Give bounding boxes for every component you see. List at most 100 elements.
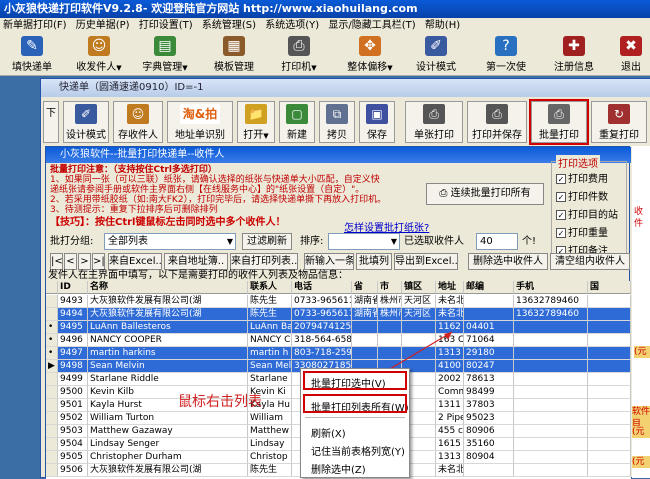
dropdown-arrow-icon[interactable]: ▼ bbox=[182, 64, 187, 72]
column-header[interactable]: 市 bbox=[378, 281, 402, 294]
table-cell: 9495 bbox=[58, 321, 88, 334]
column-header[interactable]: 名称 bbox=[88, 281, 248, 294]
table-cell: LuAnn Ballesteros bbox=[88, 321, 248, 334]
menu-history[interactable]: 历史单据(P) bbox=[73, 18, 133, 34]
column-header[interactable]: 手机 bbox=[514, 281, 588, 294]
highlight-box bbox=[303, 394, 407, 413]
dropdown-arrow-icon[interactable]: ▼ bbox=[263, 132, 268, 140]
table-cell: 天河区 bbox=[402, 295, 436, 308]
menu-toggle-toolbar[interactable]: 显示/隐藏工具栏(T) bbox=[325, 18, 418, 34]
exit-button[interactable]: ✖ 退出 bbox=[614, 36, 648, 74]
copy-button[interactable]: ⧉ 拷贝 bbox=[319, 101, 355, 143]
checkbox[interactable]: ✓ bbox=[556, 228, 566, 238]
save-contact-button[interactable]: ☺ 存收件人 bbox=[113, 101, 163, 143]
print-icon: ⎙ bbox=[423, 104, 445, 124]
design-mode-button[interactable]: ✐ 设计模式 bbox=[410, 36, 462, 74]
checkbox[interactable]: ✓ bbox=[556, 210, 566, 220]
selected-count-field[interactable]: 40 bbox=[476, 233, 518, 250]
option-count[interactable]: ✓ 打印件数 bbox=[556, 188, 608, 203]
how-to-link[interactable]: 怎样设置批打纸张? bbox=[344, 219, 464, 234]
table-cell: 陈先生 bbox=[248, 308, 292, 321]
fill-form-button[interactable]: ✎ 填快递单 bbox=[6, 36, 58, 74]
table-cell: NANCY COOPER bbox=[88, 334, 248, 347]
column-header[interactable]: 邮编 bbox=[464, 281, 514, 294]
batch-print-icon: ⎙ bbox=[548, 104, 570, 124]
single-print-button[interactable]: ⎙ 单张打印 bbox=[405, 101, 463, 143]
column-header[interactable]: 电话 bbox=[292, 281, 352, 294]
table-row[interactable]: •9496NANCY COOPERNANCY CO318-564-6582163… bbox=[46, 334, 631, 347]
menu-item-delete-selected[interactable]: 删除选中(Z) bbox=[311, 461, 366, 476]
column-header[interactable]: 地址 bbox=[436, 281, 464, 294]
save-button[interactable]: ▣ 保存 bbox=[359, 101, 395, 143]
dropdown-arrow-icon[interactable]: ▼ bbox=[116, 64, 121, 72]
new-button[interactable]: ▢ 新建 bbox=[279, 101, 315, 143]
checkbox[interactable]: ✓ bbox=[556, 174, 566, 184]
new-entry-button[interactable]: 新输入一条 bbox=[304, 253, 354, 270]
table-row[interactable]: 9493大灰狼软件发展有限公司(湖陈先生0733-96561186湖南省株州市天… bbox=[46, 295, 631, 308]
side-tab[interactable]: 下 bbox=[43, 101, 59, 143]
table-cell: 0733-96561186 bbox=[292, 295, 352, 308]
filter-refresh-button[interactable]: 过滤刷新 bbox=[242, 233, 292, 250]
option-destination[interactable]: ✓ 打印目的站 bbox=[556, 206, 618, 221]
table-row[interactable]: • 9495 LuAnn Ballesteros LuAnn Ba 2079474125… bbox=[46, 321, 631, 334]
table-cell: 未名北 bbox=[436, 308, 464, 321]
from-print-list-button[interactable]: 来自打印列表.. bbox=[230, 253, 298, 270]
contacts-button[interactable]: ☺ 收发件人▼ bbox=[70, 36, 128, 74]
clear-group-button[interactable]: 清空组内收件人 bbox=[550, 253, 630, 270]
register-button[interactable]: ✚ 注册信息 bbox=[548, 36, 600, 74]
prev-record-button[interactable]: < bbox=[64, 253, 77, 270]
table-cell: 78613 bbox=[464, 373, 514, 386]
offset-button[interactable]: ✥ 整体偏移▼ bbox=[340, 36, 400, 74]
row-marker: • bbox=[46, 334, 58, 347]
table-cell: Matthew bbox=[248, 425, 292, 438]
last-record-button[interactable]: >| bbox=[92, 253, 105, 270]
column-header[interactable]: 省 bbox=[352, 281, 378, 294]
row-marker bbox=[46, 438, 58, 451]
dropdown-arrow-icon[interactable]: ▼ bbox=[387, 64, 392, 72]
menu-system-options[interactable]: 系统选项(Y) bbox=[262, 18, 322, 34]
reprint-button[interactable]: ↻ 重复打印 bbox=[591, 101, 647, 143]
table-cell: 13632789460 bbox=[514, 295, 588, 308]
from-address-book-button[interactable]: 来自地址簿.. bbox=[164, 253, 228, 270]
menu-new-print[interactable]: 新单据打印(F) bbox=[0, 18, 70, 34]
batch-print-button[interactable]: ⎙ 批量打印 bbox=[529, 99, 589, 145]
menu-item-remember-widths[interactable]: 记住当前表格列宽(Y) bbox=[311, 443, 405, 458]
next-record-button[interactable]: > bbox=[78, 253, 91, 270]
group-select[interactable]: 全部列表 ▼ bbox=[104, 233, 236, 250]
column-header[interactable]: 联系人 bbox=[248, 281, 292, 294]
option-fee[interactable]: ✓ 打印费用 bbox=[556, 170, 608, 185]
table-row[interactable]: 9494大灰狼软件发展有限公司(湖陈先生0733-96561186湖南省株州市天… bbox=[46, 308, 631, 321]
column-header[interactable]: 镇区 bbox=[402, 281, 436, 294]
menu-help[interactable]: 帮助(H) bbox=[422, 18, 463, 34]
menu-print-settings[interactable]: 打印设置(T) bbox=[136, 18, 196, 34]
open-button[interactable]: 📁 打开▼ bbox=[237, 101, 275, 143]
dropdown-arrow-icon[interactable]: ▼ bbox=[311, 64, 316, 72]
menu-item-refresh[interactable]: 刷新(X) bbox=[311, 425, 346, 440]
export-excel-button[interactable]: 导出到Excel.. bbox=[394, 253, 458, 270]
sort-select[interactable]: ▼ bbox=[328, 233, 400, 250]
design-mode-button[interactable]: ✐ 设计模式 bbox=[63, 101, 109, 143]
address-recognize-button[interactable]: 淘&拍 地址单识别 bbox=[167, 101, 233, 143]
printer-button[interactable]: ⎙ 打印机▼ bbox=[274, 36, 324, 74]
delete-selected-button[interactable]: 删除选中收件人 bbox=[468, 253, 548, 270]
connect-batch-print-button[interactable]: ⎙ 连续批量打印所有 bbox=[426, 183, 544, 205]
table-cell: 9493 bbox=[58, 295, 88, 308]
menu-system-manage[interactable]: 系统管理(S) bbox=[199, 18, 259, 34]
table-cell bbox=[514, 412, 588, 425]
column-header[interactable]: 国 bbox=[588, 281, 631, 294]
first-record-button[interactable]: |< bbox=[50, 253, 63, 270]
checkbox[interactable]: ✓ bbox=[556, 192, 566, 202]
column-header[interactable] bbox=[46, 281, 58, 294]
column-header[interactable]: ID bbox=[58, 281, 88, 294]
table-cell: martin harkins bbox=[88, 347, 248, 360]
table-row[interactable]: • 9497 martin harkins martin h 803-718-2592 1… bbox=[46, 347, 631, 360]
template-button[interactable]: ▦ 模板管理 bbox=[208, 36, 260, 74]
dictionary-icon: ▤ bbox=[154, 36, 176, 56]
option-weight[interactable]: ✓ 打印重量 bbox=[556, 224, 608, 239]
dictionary-button[interactable]: ▤ 字典管理▼ bbox=[134, 36, 196, 74]
from-excel-button[interactable]: 来自Excel.. bbox=[108, 253, 162, 270]
first-use-button[interactable]: ? 第一次使 bbox=[480, 36, 532, 74]
fill-column-button[interactable]: 批填列 bbox=[356, 253, 392, 270]
print-and-save-button[interactable]: ⎙ 打印并保存 bbox=[467, 101, 527, 143]
main-window-title: 小灰狼快递打印软件V9.2.8- 欢迎登陆官方网站 http://www.xia… bbox=[0, 0, 650, 18]
